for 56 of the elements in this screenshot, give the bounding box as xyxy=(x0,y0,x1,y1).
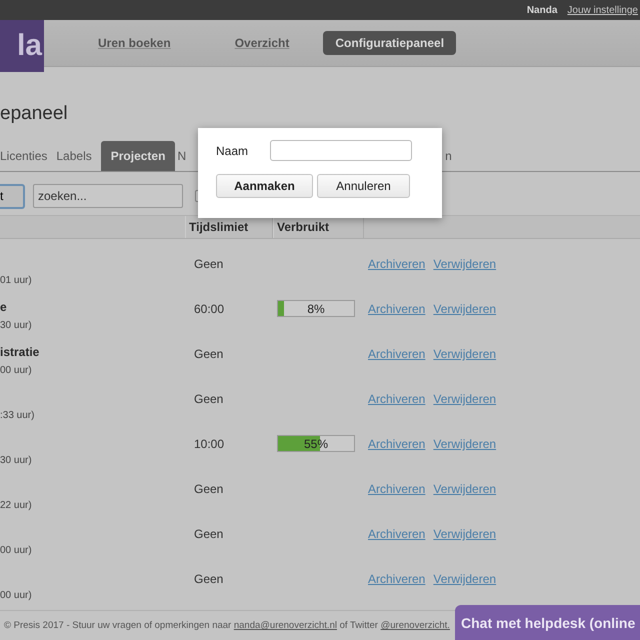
chat-button[interactable]: Chat met helpdesk (online xyxy=(455,605,640,640)
tab[interactable]: Licenties xyxy=(0,141,54,171)
search-field[interactable]: zoeken... xyxy=(33,184,183,208)
project-name: istratie xyxy=(0,345,40,359)
project-hours: 00 uur) xyxy=(0,365,32,376)
action-link[interactable]: Archiveren xyxy=(368,572,426,606)
settings-link[interactable]: Jouw instellinge xyxy=(567,4,638,16)
time-limit: Geen xyxy=(194,347,224,361)
time-limit: 60:00 xyxy=(194,302,224,316)
time-limit: Geen xyxy=(194,527,224,541)
action-link[interactable]: Verwijderen xyxy=(433,527,496,561)
action-link[interactable]: Archiveren xyxy=(368,482,426,516)
time-limit: Geen xyxy=(194,392,224,406)
project-hours: 01 uur) xyxy=(0,275,32,286)
nav-tab[interactable]: Overzicht xyxy=(222,31,302,55)
action-button[interactable]: t xyxy=(0,184,25,208)
time-limit: Geen xyxy=(194,482,224,496)
action-link[interactable]: Verwijderen xyxy=(433,302,496,336)
tab[interactable]: Projecten xyxy=(100,141,176,171)
time-limit: Geen xyxy=(194,572,224,586)
email-link[interactable]: nanda@urenoverzicht.nl xyxy=(234,620,337,631)
name-field[interactable] xyxy=(270,140,412,161)
action-link[interactable]: Verwijderen xyxy=(433,392,496,426)
project-hours: 30 uur) xyxy=(0,320,32,331)
tab[interactable]: N xyxy=(177,141,194,171)
logo[interactable]: la xyxy=(0,20,44,72)
progress-reading: 8% xyxy=(306,302,326,316)
project-hours: 00 uur) xyxy=(0,590,32,601)
page-title: epaneel xyxy=(0,103,69,125)
action-link[interactable]: Archiveren xyxy=(368,392,426,426)
tab[interactable]: n xyxy=(445,141,459,171)
action-link[interactable]: Archiveren xyxy=(368,257,426,291)
user-name: Nanda xyxy=(526,4,558,16)
nav-tab[interactable]: Uren boeken xyxy=(86,31,183,55)
project-name: e xyxy=(0,300,7,314)
time-limit: 10:00 xyxy=(194,437,224,451)
action-link[interactable]: Archiveren xyxy=(368,437,426,471)
action-link[interactable]: Archiveren xyxy=(368,347,426,381)
dialog-button[interactable]: Aanmaken xyxy=(216,174,313,198)
dialog-button[interactable]: Annuleren xyxy=(317,174,410,198)
nav-tab[interactable]: Configuratiepaneel xyxy=(323,31,456,55)
field-label: Naam xyxy=(216,144,250,158)
action-link[interactable]: Verwijderen xyxy=(433,437,496,471)
action-link[interactable]: Archiveren xyxy=(368,302,426,336)
project-hours: 00 uur) xyxy=(0,545,32,556)
time-limit: Geen xyxy=(194,257,224,271)
twitter-link[interactable]: @urenoverzicht. xyxy=(380,620,450,631)
action-link[interactable]: Archiveren xyxy=(368,527,426,561)
tab[interactable]: Labels xyxy=(56,141,99,171)
action-link[interactable]: Verwijderen xyxy=(433,257,496,291)
project-hours: :33 uur) xyxy=(0,410,34,421)
project-hours: 22 uur) xyxy=(0,500,32,511)
action-link[interactable]: Verwijderen xyxy=(433,482,496,516)
project-hours: 30 uur) xyxy=(0,455,32,466)
action-link[interactable]: Verwijderen xyxy=(433,347,496,381)
action-link[interactable]: Verwijderen xyxy=(433,572,496,606)
